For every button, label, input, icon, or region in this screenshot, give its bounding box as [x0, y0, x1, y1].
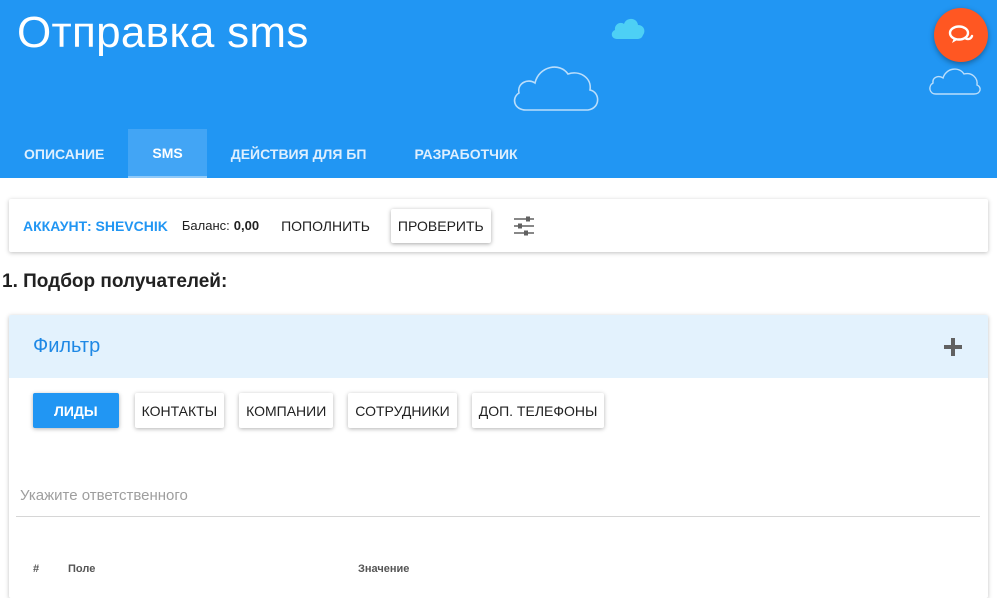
cloud-decoration-small-icon [611, 18, 645, 39]
chat-icon [948, 25, 974, 43]
topup-button[interactable]: ПОПОЛНИТЬ [273, 209, 378, 243]
tab-description[interactable]: ОПИСАНИЕ [0, 129, 128, 178]
filter-title: Фильтр [33, 335, 101, 357]
page-title: Отправка sms [17, 8, 309, 57]
plus-icon [944, 337, 962, 356]
contacts-button[interactable]: КОНТАКТЫ [134, 393, 225, 428]
chat-button[interactable] [934, 8, 988, 62]
check-button[interactable]: ПРОВЕРИТЬ [390, 208, 491, 243]
column-header-number: # [33, 563, 40, 575]
recipients-section-title: 1. Подбор получателей: [2, 271, 228, 292]
balance-value: 0,00 [233, 218, 260, 233]
extra-phones-button[interactable]: ДОП. ТЕЛЕФОНЫ [471, 393, 605, 428]
filter-header[interactable]: Фильтр [9, 315, 988, 378]
filter-panel: Фильтр ЛИДЫ КОНТАКТЫ КОМПАНИИ СОТРУДНИКИ… [9, 315, 988, 598]
leads-button[interactable]: ЛИДЫ [33, 393, 119, 428]
column-header-value: Значение [358, 563, 410, 575]
employees-button[interactable]: СОТРУДНИКИ [348, 393, 457, 428]
companies-button[interactable]: КОМПАНИИ [239, 393, 334, 428]
tab-bar: ОПИСАНИЕ SMS ДЕЙСТВИЯ ДЛЯ БП РАЗРАБОТЧИК [0, 129, 542, 178]
tab-developer[interactable]: РАЗРАБОТЧИК [390, 129, 541, 178]
settings-sliders-button[interactable] [513, 216, 535, 236]
account-name[interactable]: АККАУНТ: SHEVCHIK [23, 218, 168, 234]
tab-sms[interactable]: SMS [128, 129, 207, 178]
sliders-icon [513, 216, 534, 235]
app-header: Отправка sms ОПИСАНИЕ SMS ДЕЙСТВИЯ ДЛЯ Б… [0, 0, 997, 178]
entity-type-buttons: ЛИДЫ КОНТАКТЫ КОМПАНИИ СОТРУДНИКИ ДОП. Т… [33, 393, 619, 428]
balance-label: Баланс: [181, 218, 230, 233]
cloud-decoration-right-icon [929, 68, 981, 95]
responsible-input[interactable] [16, 475, 980, 517]
add-filter-button[interactable] [943, 337, 963, 357]
cloud-decoration-large-icon [513, 66, 599, 111]
column-header-field: Поле [68, 563, 96, 575]
account-toolbar: АККАУНТ: SHEVCHIK Баланс: 0,00 ПОПОЛНИТЬ… [9, 199, 988, 252]
tab-bp-actions[interactable]: ДЕЙСТВИЯ ДЛЯ БП [207, 129, 391, 178]
